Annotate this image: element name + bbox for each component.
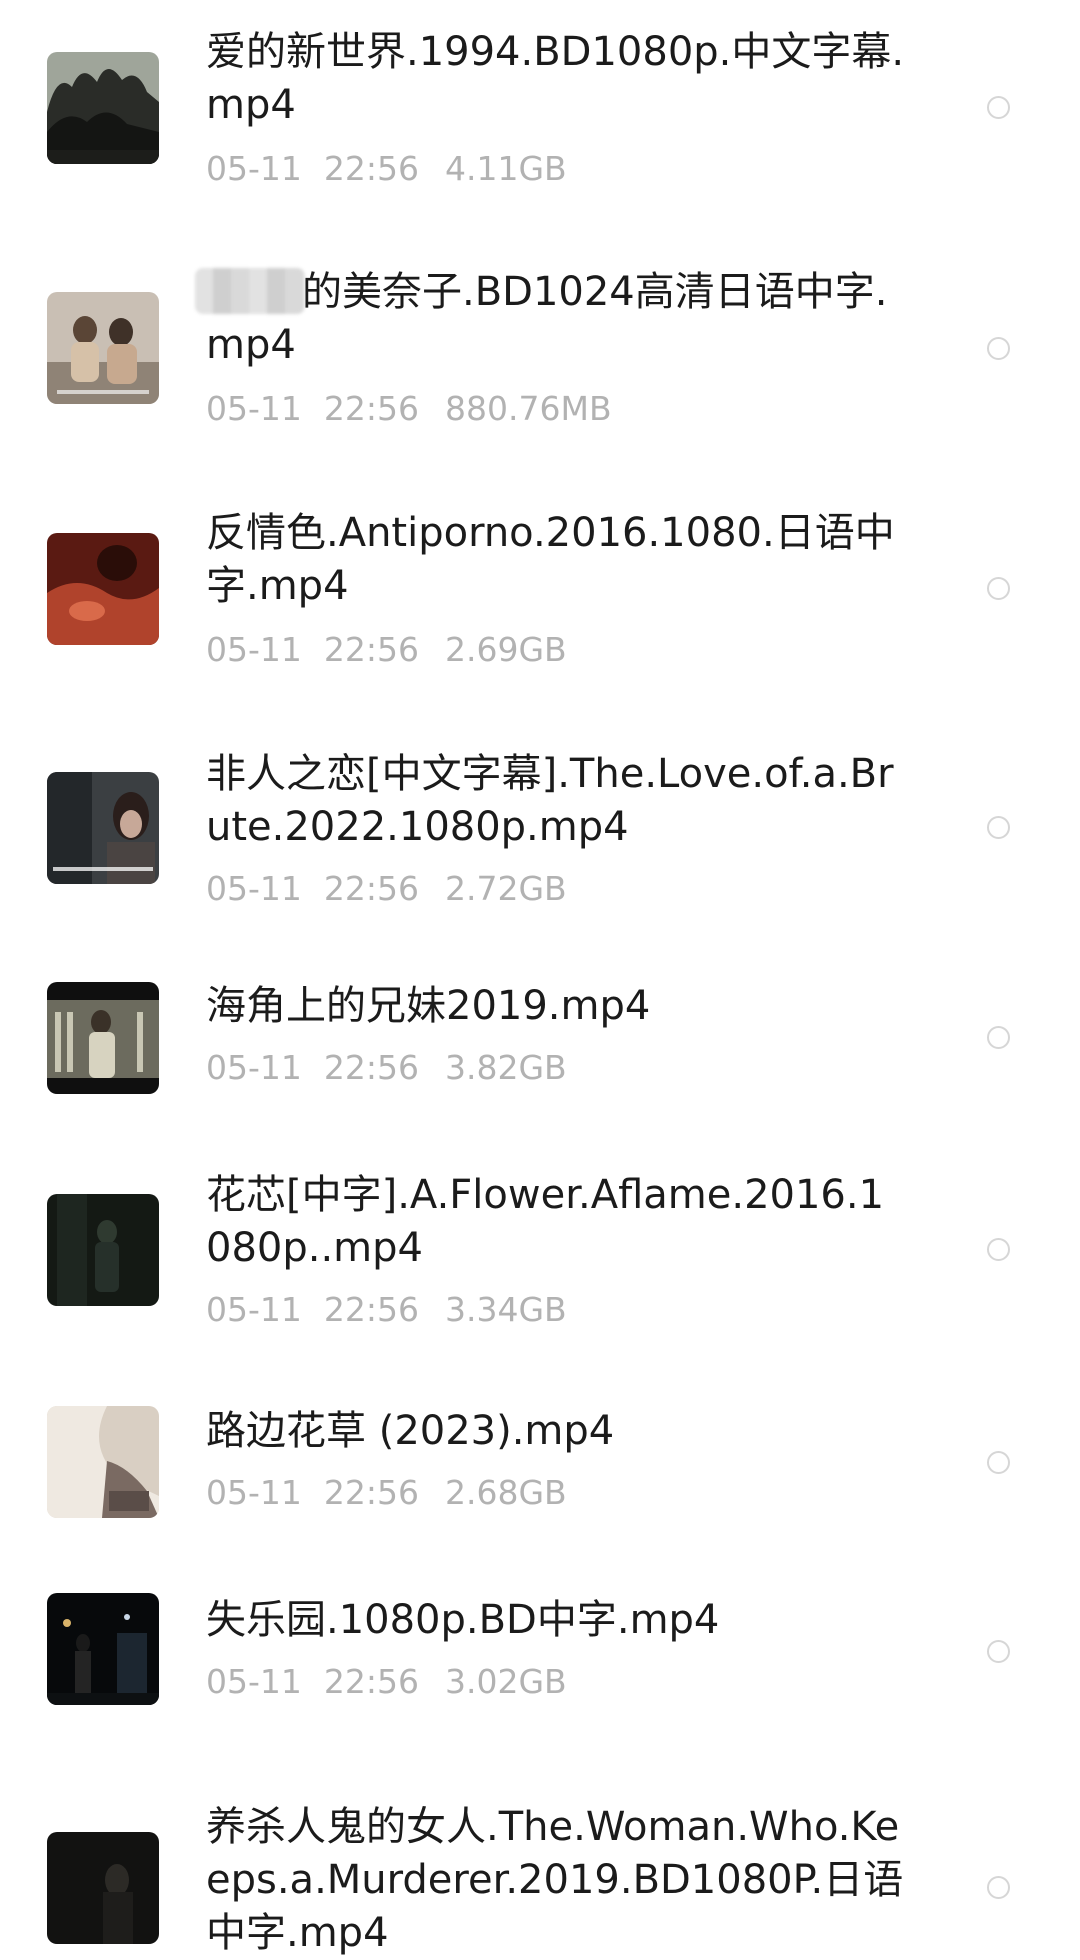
file-size: 3.02GB (445, 1662, 567, 1701)
file-title: 非人之恋[中文字幕].The.Love.of.a.Brute.2022.1080… (206, 751, 894, 850)
file-title-text: 的美奈子.BD1024高清日语中字.mp4 (206, 269, 888, 368)
list-item[interactable]: 花芯[中字].A.Flower.Aflame.2016.1080p..mp4 0… (0, 1145, 1080, 1385)
file-meta: 05-11 22:56 3.02GB (206, 1662, 567, 1702)
video-file-list: 爱的新世界.1994.BD1080p.中文字幕.mp4 05-11 22:56 4.… (0, 0, 1080, 1958)
list-item[interactable]: 的美奈子.BD1024高清日语中字.mp4 05-11 22:56 880.76MB (0, 230, 1080, 470)
file-time: 22:56 (323, 389, 419, 428)
file-meta: 05-11 22:56 3.34GB (206, 1290, 567, 1330)
video-thumbnail (47, 1194, 159, 1306)
list-item[interactable]: 失乐园.1080p.BD中字.mp4 05-11 22:56 3.02GB (0, 1575, 1080, 1765)
file-time: 22:56 (323, 1048, 419, 1087)
file-size: 2.69GB (445, 630, 567, 669)
list-item[interactable]: 海角上的兄妹2019.mp4 05-11 22:56 3.82GB (0, 950, 1080, 1145)
file-size: 880.76MB (445, 389, 612, 428)
file-date: 05-11 (206, 149, 302, 188)
select-checkbox[interactable] (987, 577, 1010, 600)
file-date: 05-11 (206, 1662, 302, 1701)
file-title: 养杀人鬼的女人.The.Woman.Who.Keeps.a.Murderer.2… (206, 1804, 904, 1956)
select-checkbox[interactable] (987, 1026, 1010, 1049)
file-time: 22:56 (323, 869, 419, 908)
video-thumbnail (47, 292, 159, 404)
video-thumbnail (47, 772, 159, 884)
list-item[interactable]: 养杀人鬼的女人.The.Woman.Who.Keeps.a.Murderer.2… (0, 1765, 1080, 1958)
video-thumbnail (47, 1406, 159, 1518)
file-time: 22:56 (323, 630, 419, 669)
file-title: 爱的新世界.1994.BD1080p.中文字幕.mp4 (206, 29, 905, 128)
file-size: 3.34GB (445, 1290, 567, 1329)
video-thumbnail (47, 982, 159, 1094)
file-size: 2.72GB (445, 869, 567, 908)
file-time: 22:56 (323, 1290, 419, 1329)
file-size: 2.68GB (445, 1473, 567, 1512)
video-thumbnail (47, 1593, 159, 1705)
file-meta: 05-11 22:56 2.69GB (206, 630, 567, 670)
file-date: 05-11 (206, 389, 302, 428)
select-checkbox[interactable] (987, 816, 1010, 839)
video-thumbnail (47, 533, 159, 645)
file-meta: 05-11 22:56 880.76MB (206, 389, 612, 429)
file-meta: 05-11 22:56 2.68GB (206, 1473, 567, 1513)
file-meta: 05-11 22:56 3.82GB (206, 1048, 567, 1088)
file-size: 3.82GB (445, 1048, 567, 1087)
file-meta: 05-11 22:56 2.72GB (206, 869, 567, 909)
file-date: 05-11 (206, 1290, 302, 1329)
file-title: 路边花草 (2023).mp4 (206, 1408, 615, 1454)
list-item[interactable]: 路边花草 (2023).mp4 05-11 22:56 2.68GB (0, 1385, 1080, 1575)
list-item[interactable]: 爱的新世界.1994.BD1080p.中文字幕.mp4 05-11 22:56 4.… (0, 0, 1080, 230)
select-checkbox[interactable] (987, 1876, 1010, 1899)
file-time: 22:56 (323, 1662, 419, 1701)
select-checkbox[interactable] (987, 1238, 1010, 1261)
file-meta: 05-11 22:56 4.11GB (206, 149, 567, 189)
select-checkbox[interactable] (987, 96, 1010, 119)
select-checkbox[interactable] (987, 337, 1010, 360)
video-thumbnail (47, 52, 159, 164)
file-title: 的美奈子.BD1024高清日语中字.mp4 (206, 266, 906, 372)
file-title: 海角上的兄妹2019.mp4 (206, 983, 651, 1029)
list-item[interactable]: 反情色.Antiporno.2016.1080.日语中字.mp4 05-11 22… (0, 470, 1080, 710)
file-time: 22:56 (323, 1473, 419, 1512)
file-time: 22:56 (323, 149, 419, 188)
file-title: 反情色.Antiporno.2016.1080.日语中字.mp4 (206, 510, 895, 609)
video-thumbnail (47, 1832, 159, 1944)
file-date: 05-11 (206, 1048, 302, 1087)
file-date: 05-11 (206, 869, 302, 908)
select-checkbox[interactable] (987, 1451, 1010, 1474)
file-title: 花芯[中字].A.Flower.Aflame.2016.1080p..mp4 (206, 1172, 885, 1271)
file-title: 失乐园.1080p.BD中字.mp4 (206, 1597, 720, 1643)
select-checkbox[interactable] (987, 1640, 1010, 1663)
file-size: 4.11GB (445, 149, 567, 188)
file-date: 05-11 (206, 1473, 302, 1512)
file-date: 05-11 (206, 630, 302, 669)
list-item[interactable]: 非人之恋[中文字幕].The.Love.of.a.Brute.2022.1080… (0, 710, 1080, 950)
